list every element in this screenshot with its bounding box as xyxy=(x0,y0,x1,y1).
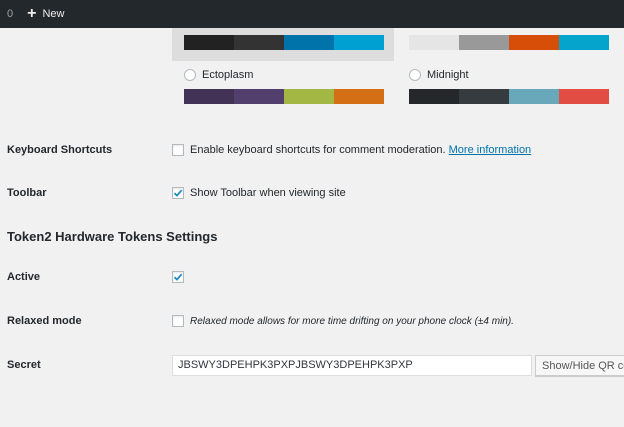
swatch xyxy=(334,89,384,104)
new-label: New xyxy=(42,8,65,20)
midnight-radio[interactable] xyxy=(409,69,421,81)
swatch xyxy=(509,89,559,104)
active-checkbox[interactable] xyxy=(172,271,184,283)
plus-icon: + xyxy=(27,5,37,22)
swatch xyxy=(234,35,284,50)
swatch xyxy=(459,89,509,104)
swatch xyxy=(284,35,334,50)
checkmark-icon xyxy=(173,189,183,197)
midnight-label: Midnight xyxy=(427,69,469,81)
secret-label: Secret xyxy=(7,359,41,371)
color-scheme-midnight[interactable]: Midnight xyxy=(409,69,469,81)
swatch xyxy=(509,35,559,50)
swatch xyxy=(334,35,384,50)
swatches-default xyxy=(184,35,384,50)
toolbar-checkbox[interactable] xyxy=(172,187,184,199)
keyboard-shortcuts-description: Enable keyboard shortcuts for comment mo… xyxy=(190,144,531,156)
new-content-link[interactable]: + New xyxy=(27,6,64,22)
show-hide-qr-button[interactable]: Show/Hide QR code xyxy=(535,355,624,376)
admin-bar: 0 + New xyxy=(0,0,624,28)
swatch xyxy=(559,89,609,104)
more-information-link[interactable]: More information xyxy=(449,144,532,156)
ectoplasm-label: Ectoplasm xyxy=(202,69,254,81)
swatch xyxy=(409,35,459,50)
swatches-ectoplasm xyxy=(184,89,384,104)
color-scheme-ectoplasm[interactable]: Ectoplasm xyxy=(184,69,253,81)
swatches-light xyxy=(409,35,609,50)
swatch xyxy=(284,89,334,104)
swatches-midnight xyxy=(409,89,609,104)
checkmark-icon xyxy=(173,273,183,281)
swatch xyxy=(559,35,609,50)
swatch xyxy=(184,89,234,104)
relaxed-mode-label: Relaxed mode xyxy=(7,315,82,327)
relaxed-mode-checkbox[interactable] xyxy=(172,315,184,327)
keyboard-shortcuts-label: Keyboard Shortcuts xyxy=(7,144,113,156)
swatch xyxy=(234,89,284,104)
relaxed-mode-description: Relaxed mode allows for more time drifti… xyxy=(190,316,514,327)
comment-count[interactable]: 0 xyxy=(7,8,13,20)
toolbar-label: Toolbar xyxy=(7,187,47,199)
swatch xyxy=(184,35,234,50)
toolbar-description: Show Toolbar when viewing site xyxy=(190,187,346,199)
keyboard-shortcuts-text: Enable keyboard shortcuts for comment mo… xyxy=(190,144,446,156)
swatch xyxy=(409,89,459,104)
ectoplasm-radio[interactable] xyxy=(184,69,196,81)
swatch xyxy=(459,35,509,50)
token2-section-title: Token2 Hardware Tokens Settings xyxy=(7,229,218,244)
active-label: Active xyxy=(7,271,41,283)
secret-input[interactable]: JBSWY3DPEHPK3PXPJBSWY3DPEHPK3PXP xyxy=(172,355,532,376)
keyboard-shortcuts-checkbox[interactable] xyxy=(172,144,184,156)
